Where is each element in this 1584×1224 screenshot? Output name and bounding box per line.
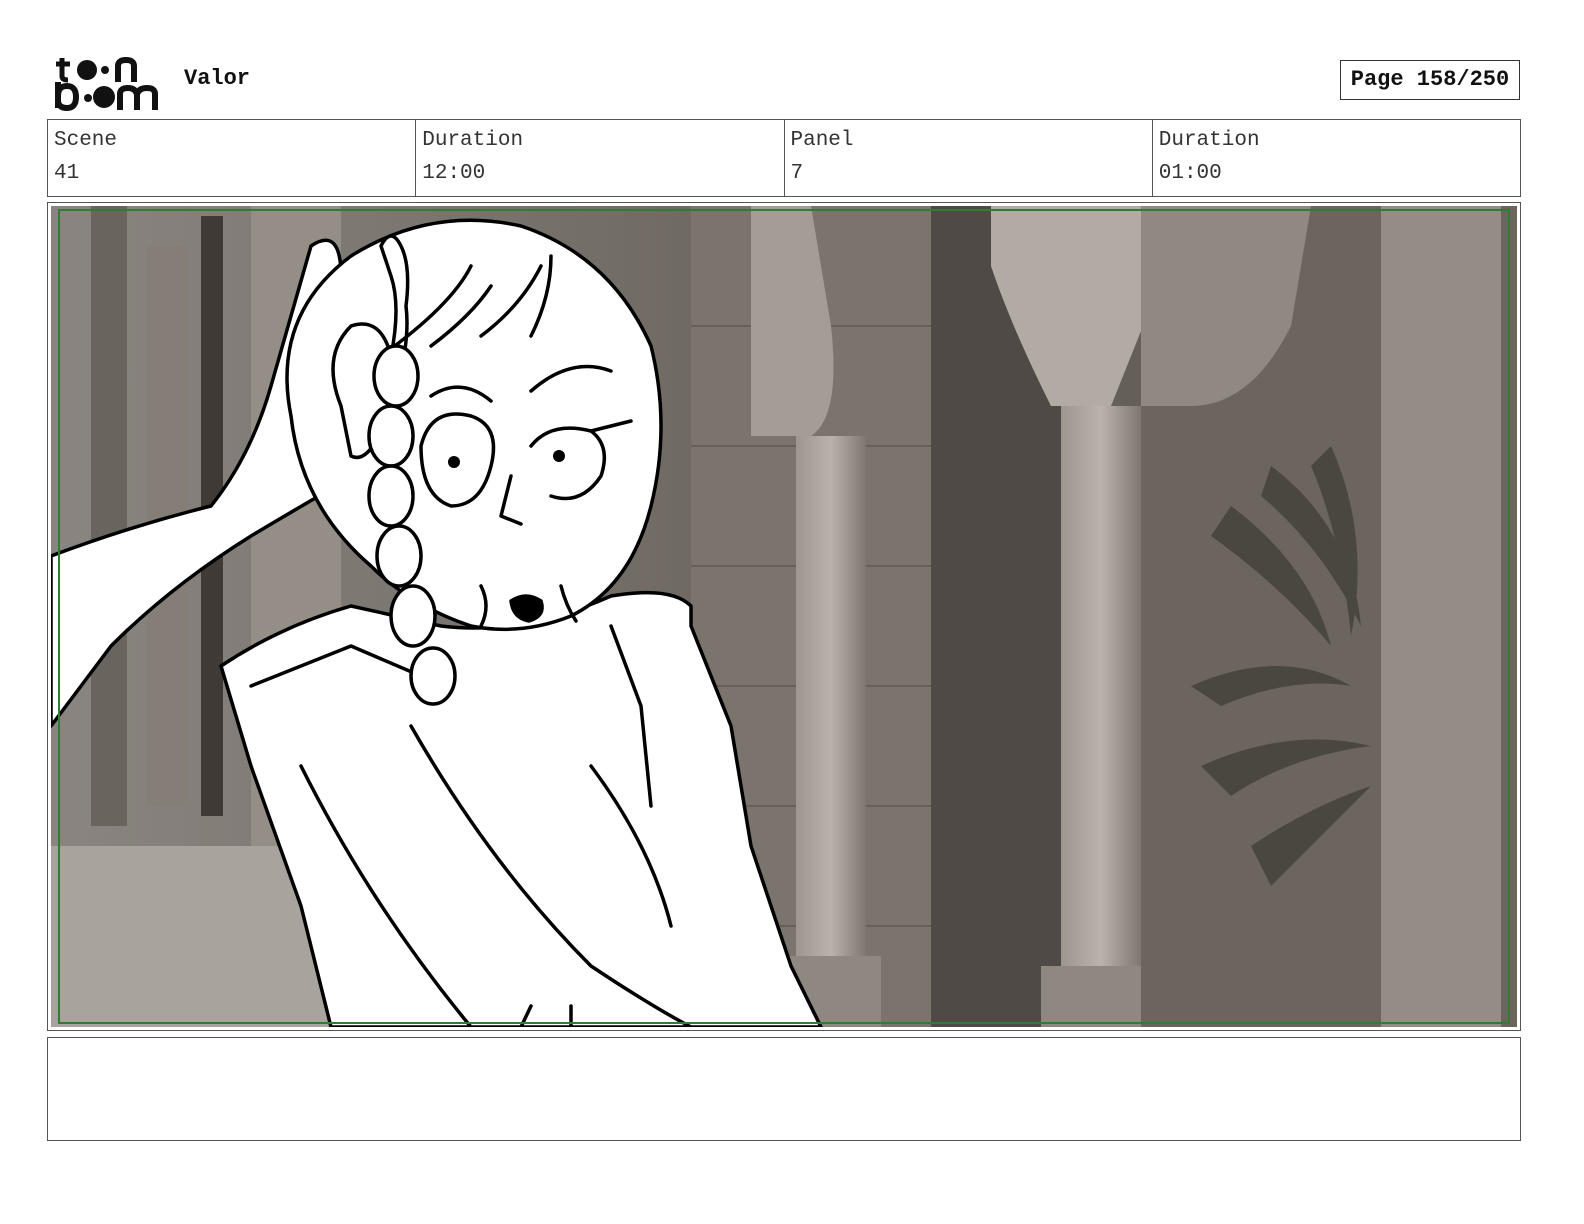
pillar-far-right bbox=[1381, 206, 1501, 1027]
panel-duration-label: Duration bbox=[1158, 129, 1260, 152]
scene-duration-label: Duration bbox=[422, 129, 524, 152]
scene-label: Scene bbox=[54, 129, 118, 152]
pillar-left bbox=[796, 436, 866, 1027]
scene-duration-cell: Duration 12:00 bbox=[416, 120, 785, 196]
scene-info-table: Scene 41 Duration 12:00 Panel 7 Duration… bbox=[47, 119, 1521, 197]
panel-duration-cell: Duration 01:00 bbox=[1153, 120, 1520, 196]
panel-notes-box bbox=[47, 1037, 1521, 1141]
panel-cell: Panel 7 bbox=[785, 120, 1153, 196]
panel-duration-value: 01:00 bbox=[1158, 162, 1222, 185]
storyboard-panel-image bbox=[51, 206, 1517, 1027]
pillar-right bbox=[1061, 406, 1141, 1027]
scene-duration-value: 12:00 bbox=[422, 162, 486, 185]
panel-value: 7 bbox=[790, 162, 804, 185]
panel-label: Panel bbox=[790, 129, 854, 152]
page-number: Page 158/250 bbox=[1340, 60, 1520, 100]
scene-cell: Scene 41 bbox=[48, 120, 417, 196]
scene-value: 41 bbox=[54, 162, 80, 185]
toon-boom-logo bbox=[55, 56, 158, 112]
project-title: Valor bbox=[184, 66, 251, 91]
